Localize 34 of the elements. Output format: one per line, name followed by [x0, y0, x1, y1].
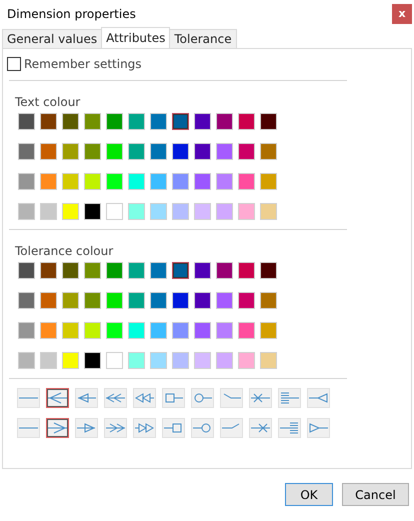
square-end-icon [166, 394, 184, 402]
line-end-button[interactable] [46, 388, 69, 408]
tab[interactable]: Tolerance [169, 29, 237, 48]
circle-end-icon [192, 424, 210, 432]
section-label: Tolerance colour [15, 244, 114, 258]
circle-end-icon [194, 394, 212, 402]
triangle-arrow-icon [76, 424, 96, 432]
double-triangle-icon [135, 394, 154, 402]
color-swatch[interactable] [172, 113, 189, 130]
checkbox[interactable] [7, 57, 21, 71]
reverse-triangle-icon [308, 394, 328, 402]
section-label: Text colour [15, 95, 82, 109]
line-end-button[interactable] [46, 418, 69, 438]
reverse-triangle-icon [310, 424, 328, 432]
dialog-button[interactable]: OK [285, 483, 333, 506]
open-arrow-icon [48, 392, 68, 404]
slash-end-icon [222, 424, 240, 428]
cross-end-icon [250, 394, 270, 402]
dialog-button[interactable]: Cancel [342, 483, 409, 506]
color-swatch[interactable] [172, 262, 189, 279]
checkbox-label: Remember settings [24, 57, 142, 71]
open-arrow-icon [48, 422, 68, 434]
close-button[interactable]: x [392, 4, 412, 24]
cross-end-icon [250, 424, 270, 432]
bars-end-icon [280, 422, 298, 434]
tab[interactable]: General values [2, 29, 102, 48]
square-end-icon [164, 424, 182, 432]
window-title: Dimension properties [7, 6, 136, 20]
triangle-arrow-icon [78, 394, 96, 402]
slash-end-icon [224, 394, 242, 398]
double-triangle-icon [134, 424, 154, 432]
double-arrow-icon [106, 394, 126, 402]
double-arrow-icon [106, 424, 126, 432]
bars-end-icon [280, 392, 300, 404]
